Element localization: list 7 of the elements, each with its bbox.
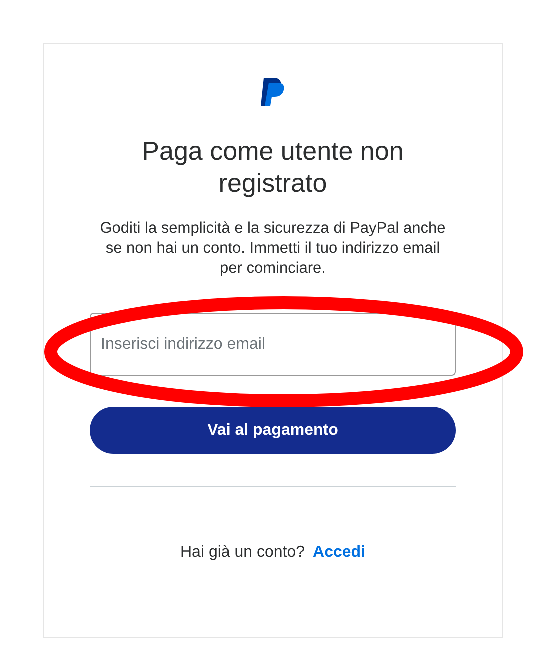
login-prompt-text: Hai già un conto? [180, 543, 306, 563]
description-text: Goditi la semplicità e la sicurezza di PayPal anche se non hai un conto. Immetti il tuo indirizzo email per cominciare. [99, 219, 447, 279]
login-link[interactable]: Accedi [313, 541, 366, 565]
page-title: Paga come utente non registrato [141, 135, 405, 199]
paypal-logo-icon [260, 77, 286, 107]
checkout-button[interactable]: Vai al pagamento [90, 407, 456, 454]
email-field[interactable]: Inserisci indirizzo email [90, 313, 456, 376]
